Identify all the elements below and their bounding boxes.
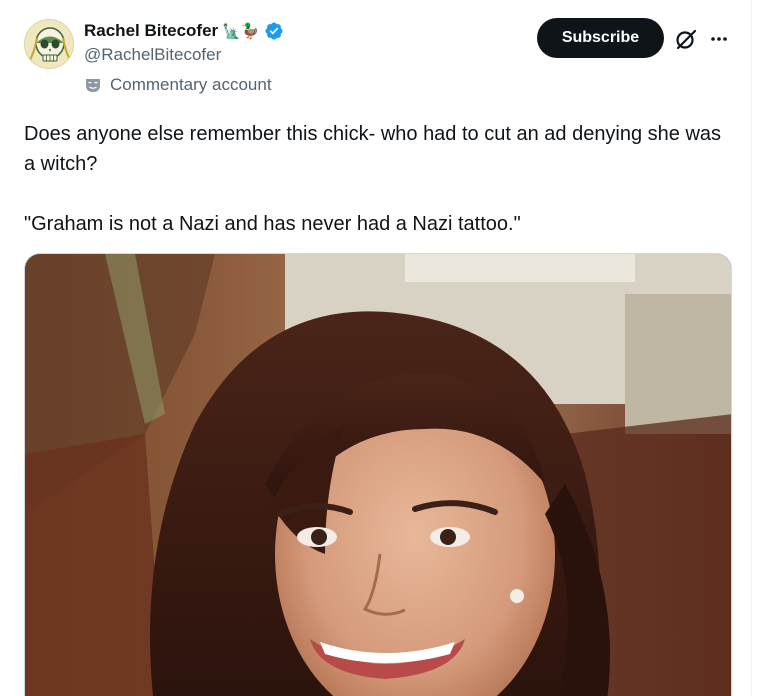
avatar-skull-icon: [25, 20, 73, 68]
more-options-icon[interactable]: [708, 28, 730, 50]
tweet-text-paragraph-2: "Graham is not a Nazi and has never had …: [24, 213, 521, 235]
commentary-account-label[interactable]: Commentary account: [84, 74, 272, 96]
tweet-media-photo[interactable]: [24, 253, 732, 696]
author-name-row: Rachel Bitecofer 🗽🦆: [84, 20, 284, 42]
subscribe-button[interactable]: Subscribe: [537, 18, 664, 58]
author-avatar[interactable]: [24, 19, 74, 69]
commentary-mask-icon: [86, 79, 100, 92]
tweet-text: Does anyone else remember this chick- wh…: [24, 119, 724, 239]
name-emojis: 🗽🦆: [222, 22, 260, 40]
verified-badge-icon[interactable]: [264, 21, 284, 41]
author-display-name[interactable]: Rachel Bitecofer: [84, 21, 218, 41]
author-handle[interactable]: @RachelBitecofer: [84, 45, 221, 65]
woman-portrait-image: [25, 254, 731, 696]
tweet-post: Rachel Bitecofer 🗽🦆 @RachelBitecofer Com…: [0, 0, 752, 696]
grok-icon[interactable]: [674, 27, 698, 51]
tweet-text-paragraph-1: Does anyone else remember this chick- wh…: [24, 123, 722, 175]
commentary-text: Commentary account: [110, 75, 272, 94]
